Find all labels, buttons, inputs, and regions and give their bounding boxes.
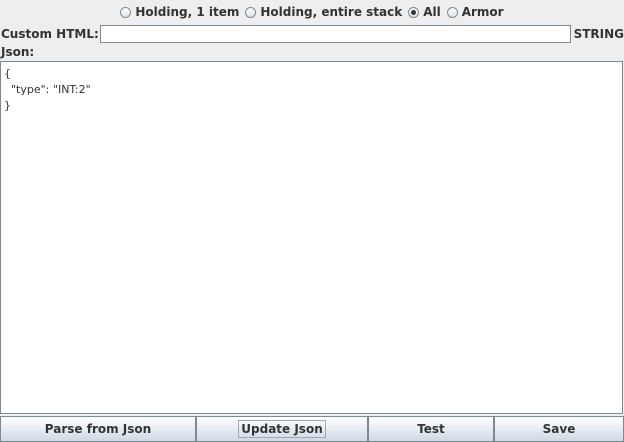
test-button[interactable]: Test: [368, 416, 494, 442]
radio-indicator-icon[interactable]: [446, 6, 458, 18]
parse-from-json-button[interactable]: Parse from Json: [0, 416, 196, 442]
json-editor[interactable]: { "type": "INT:2" }: [0, 61, 623, 414]
radio-all[interactable]: All: [408, 5, 441, 19]
save-label: Save: [542, 422, 576, 436]
json-label: Json:: [1, 45, 35, 59]
radio-label: Holding, 1 item: [135, 5, 240, 19]
update-json-button[interactable]: Update Json: [196, 416, 368, 442]
radio-holding-entire-stack[interactable]: Holding, entire stack: [245, 5, 402, 19]
parse-from-json-label: Parse from Json: [44, 422, 152, 436]
value-type-label: STRING: [573, 27, 624, 41]
radio-label: Holding, entire stack: [260, 5, 403, 19]
radio-holding-one-item[interactable]: Holding, 1 item: [120, 5, 239, 19]
custom-html-label: Custom HTML:: [1, 27, 99, 41]
item-scope-radio-group: Holding, 1 item Holding, entire stack Al…: [0, 3, 624, 21]
radio-indicator-icon[interactable]: [245, 6, 257, 18]
custom-html-row: Custom HTML: STRING: [0, 24, 624, 44]
test-label: Test: [417, 422, 445, 436]
radio-armor[interactable]: Armor: [446, 5, 504, 19]
action-button-bar: Parse from Json Update Json Test Save: [0, 416, 624, 442]
save-button[interactable]: Save: [494, 416, 624, 442]
radio-label: All: [423, 5, 441, 19]
custom-html-input[interactable]: [99, 25, 571, 43]
update-json-label: Update Json: [238, 420, 326, 438]
radio-indicator-icon[interactable]: [120, 6, 132, 18]
radio-indicator-selected-icon[interactable]: [408, 6, 420, 18]
radio-label: Armor: [461, 5, 504, 19]
